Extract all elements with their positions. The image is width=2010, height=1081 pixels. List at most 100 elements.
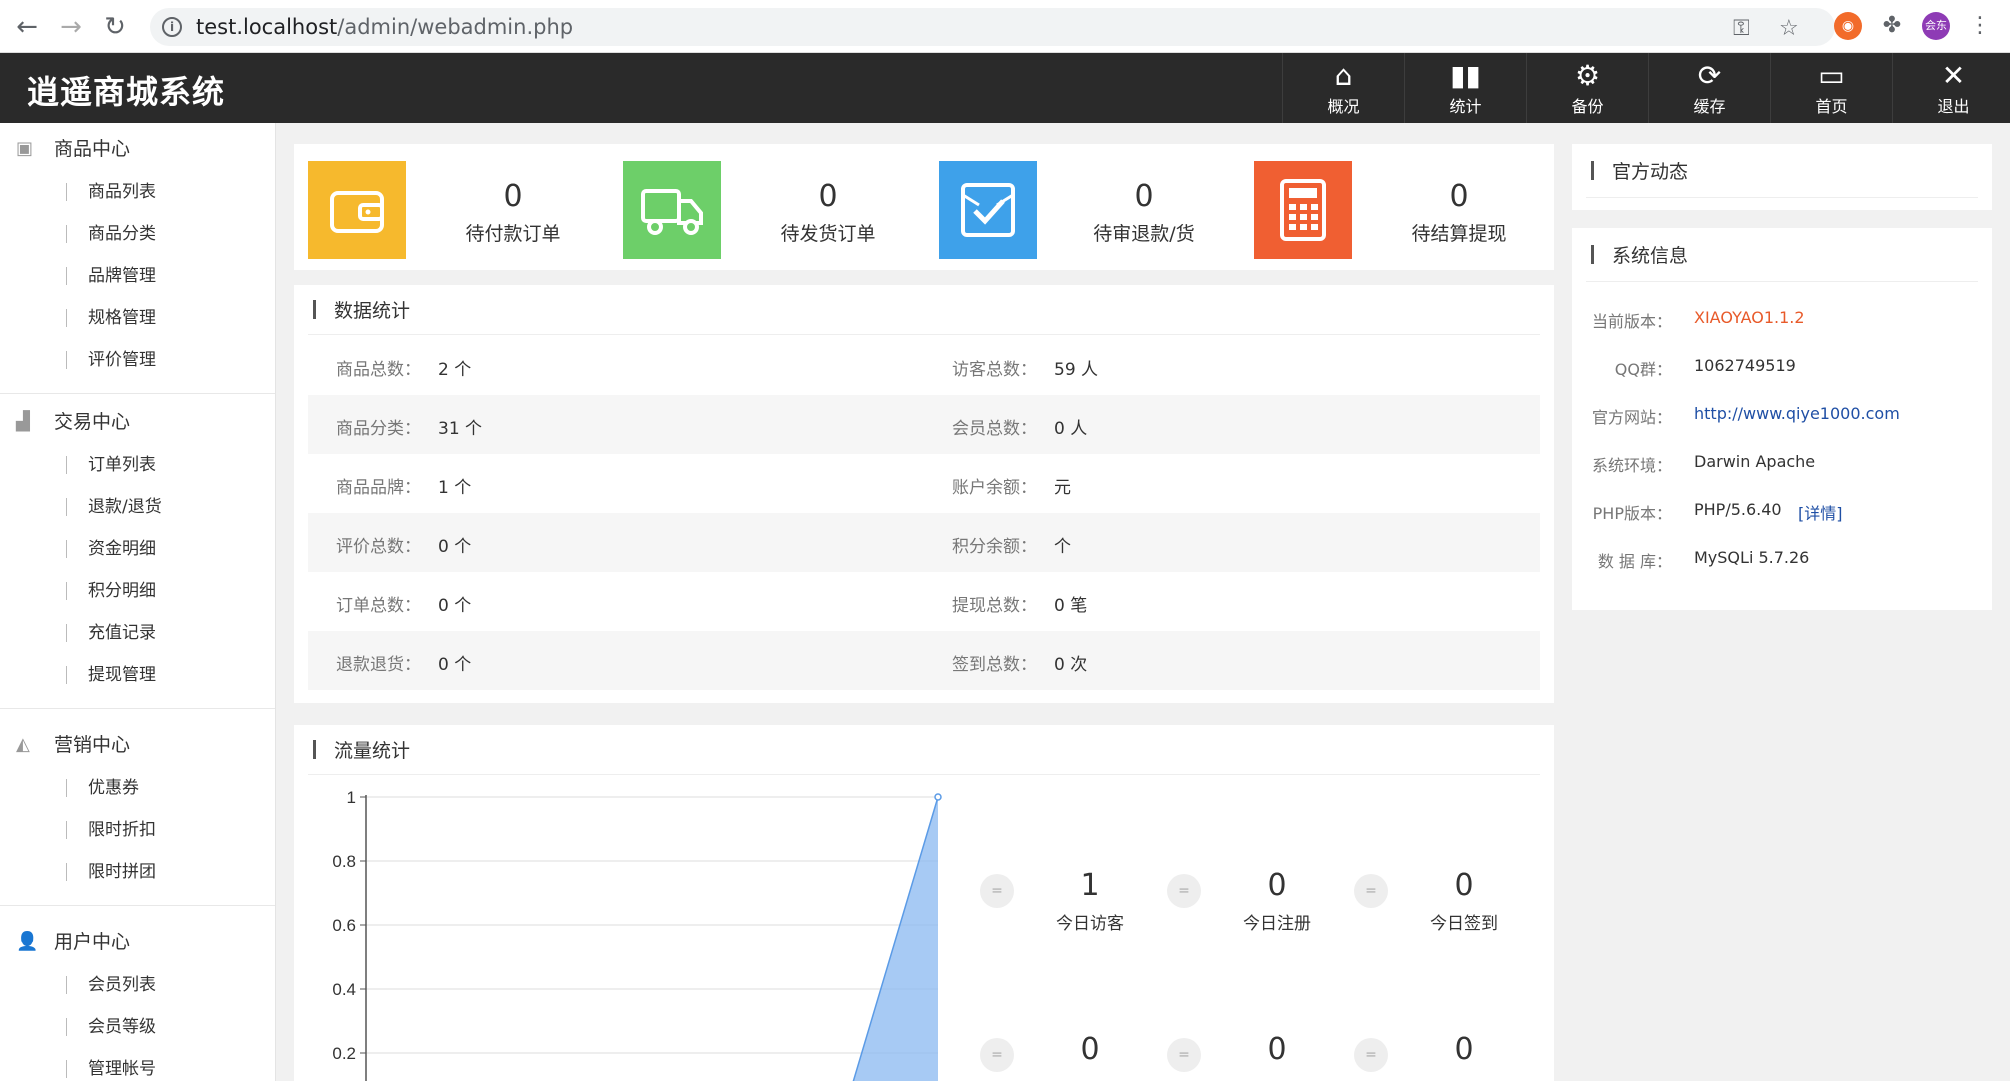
y-tick-label: 1	[347, 788, 356, 807]
sidebar-group-header[interactable]: ▣ 商品中心	[0, 123, 275, 171]
sidebar-group-header[interactable]: ▟ 交易中心	[0, 396, 275, 444]
traffic-chart: 1 0.8 0.6 0.4 0.2	[332, 788, 942, 1081]
user-icon: 👤	[16, 931, 39, 952]
wallet-icon	[330, 191, 384, 233]
sysinfo-row: QQ群： 1062749519	[1614, 356, 1796, 379]
bar-chart-icon: ▟	[16, 411, 30, 432]
goods-icon: ▣	[16, 138, 34, 159]
counter-unpaid[interactable]: 0 待付款订单	[308, 161, 608, 259]
counter-label: 待审退款/货	[1093, 223, 1195, 245]
counter-value: 0	[818, 179, 838, 214]
sidebar-item-discount[interactable]: 限时折扣	[0, 809, 275, 851]
counter-icon-box	[939, 161, 1037, 259]
sysinfo-row: 当前版本： XIAOYAO1.1.2	[1591, 308, 1805, 331]
equal-icon: =	[1167, 1038, 1201, 1072]
counter-label: 待发货订单	[780, 223, 876, 245]
address-bar[interactable]: i test.localhost/admin/webadmin.php ⚿ ☆	[150, 8, 1835, 46]
nav-cache[interactable]: ⟳ 缓存	[1648, 53, 1770, 123]
nav-logout[interactable]: ✕ 退出	[1892, 53, 2010, 123]
close-icon: ✕	[1941, 59, 1966, 92]
equal-icon: =	[1354, 874, 1388, 908]
sidebar-group-marketing: ◭ 营销中心 优惠券 限时折扣 限时拼团	[0, 719, 275, 906]
counter-value: 0	[1134, 179, 1154, 214]
counter-withdraw[interactable]: 0 待结算提现	[1254, 161, 1554, 259]
sidebar-item-coupon[interactable]: 优惠券	[0, 767, 275, 809]
sidebar-item-admin-accounts[interactable]: 管理帐号	[0, 1048, 275, 1081]
stat-row: 退款退货： 0 个 签到总数： 0 次	[308, 631, 1540, 690]
panel-title: 数据统计	[308, 285, 1540, 335]
key-icon[interactable]: ⚿	[1733, 16, 1750, 41]
nav-overview[interactable]: ⌂ 概况	[1282, 53, 1404, 123]
sysinfo-row: 系统环境： Darwin Apache	[1591, 452, 1816, 475]
profile-avatar[interactable]: 会东	[1922, 12, 1950, 40]
sidebar-group-trade: ▟ 交易中心 订单列表 退款/退货 资金明细 积分明细 充值记录 提现管理	[0, 396, 275, 709]
series-area	[853, 797, 938, 1081]
counter-icon-box	[623, 161, 721, 259]
star-icon[interactable]: ☆	[1779, 16, 1799, 41]
sysinfo-row: 官方网站： http://www.qiye1000.com	[1591, 404, 1900, 427]
checkbox-icon	[961, 183, 1015, 237]
sidebar-group-header[interactable]: 👤 用户中心	[0, 916, 275, 964]
equal-icon: =	[980, 1038, 1014, 1072]
stat-row: 商品分类： 31 个 会员总数： 0 人	[308, 395, 1540, 454]
news-panel: 官方动态	[1572, 144, 1992, 210]
nav-homepage[interactable]: ▭ 首页	[1770, 53, 1892, 123]
sidebar-item-spec[interactable]: 规格管理	[0, 297, 275, 339]
traffic-stat: 0	[1454, 1032, 1474, 1067]
sidebar-group-users: 👤 用户中心 会员列表 会员等级 管理帐号	[0, 916, 275, 1081]
nav-backup[interactable]: ⚙ 备份	[1526, 53, 1648, 123]
counter-unshipped[interactable]: 0 待发货订单	[623, 161, 923, 259]
equal-icon: =	[1167, 874, 1201, 908]
counter-label: 待付款订单	[465, 223, 561, 245]
php-details-link[interactable]: [详情]	[1798, 500, 1843, 524]
data-stats-panel: 数据统计 商品总数： 2 个 访客总数： 59 人 商品分类： 31 个 会员总数： 0…	[294, 285, 1554, 703]
forward-arrow-icon[interactable]: →	[56, 12, 86, 42]
official-site-link[interactable]: http://www.qiye1000.com	[1694, 404, 1900, 423]
sidebar-group-header[interactable]: ◭ 营销中心	[0, 719, 275, 767]
sidebar-item-member-level[interactable]: 会员等级	[0, 1006, 275, 1048]
panel-title: 流量统计	[308, 725, 1540, 775]
stat-row: 订单总数： 0 个 提现总数： 0 笔	[336, 596, 1088, 616]
sysinfo-row: PHP版本： PHP/5.6.40 [详情]	[1592, 500, 1843, 524]
sidebar-item-orders[interactable]: 订单列表	[0, 444, 275, 486]
counter-value: 0	[1449, 179, 1469, 214]
equal-icon: =	[980, 874, 1014, 908]
sidebar-item-goods-category[interactable]: 商品分类	[0, 213, 275, 255]
sidebar-item-withdraw[interactable]: 提现管理	[0, 654, 275, 696]
home-icon: ⌂	[1334, 59, 1353, 92]
area-chart-icon: ◭	[16, 734, 30, 755]
extension-icon[interactable]: ◉	[1834, 12, 1862, 40]
app-title: 逍遥商城系统	[27, 73, 226, 111]
data-point[interactable]	[934, 793, 942, 801]
sidebar-item-funds[interactable]: 资金明细	[0, 528, 275, 570]
more-menu-icon[interactable]: ⋮	[1966, 12, 1994, 40]
traffic-stat-visitors: 1 今日访客	[1056, 868, 1124, 934]
puzzle-icon[interactable]: ✤	[1878, 12, 1906, 40]
bar-chart-icon: ▮▮	[1450, 59, 1481, 92]
sidebar-group-goods: ▣ 商品中心 商品列表 商品分类 品牌管理 规格管理 评价管理	[0, 123, 275, 394]
sidebar-item-group-buy[interactable]: 限时拼团	[0, 851, 275, 893]
counter-value: 0	[503, 179, 523, 214]
sidebar-item-brand[interactable]: 品牌管理	[0, 255, 275, 297]
reload-icon[interactable]: ↻	[100, 12, 130, 42]
info-icon[interactable]: i	[162, 17, 182, 37]
stat-row: 评价总数： 0 个 积分余额：个	[308, 513, 1540, 572]
y-tick-label: 0.8	[332, 852, 356, 871]
sidebar: ▣ 商品中心 商品列表 商品分类 品牌管理 规格管理 评价管理 ▟ 交易中心 订单列…	[0, 123, 276, 1081]
sidebar-item-refund[interactable]: 退款/退货	[0, 486, 275, 528]
traffic-stat-registrations: 0 今日注册	[1243, 868, 1311, 934]
sidebar-item-review[interactable]: 评价管理	[0, 339, 275, 381]
traffic-stat: 0	[1080, 1032, 1100, 1067]
sidebar-item-points[interactable]: 积分明细	[0, 570, 275, 612]
counter-refund-review[interactable]: 0 待审退款/货	[939, 161, 1239, 259]
sidebar-item-recharge[interactable]: 充值记录	[0, 612, 275, 654]
equal-icon: =	[1354, 1038, 1388, 1072]
counter-label: 待结算提现	[1411, 223, 1507, 245]
sidebar-item-goods-list[interactable]: 商品列表	[0, 171, 275, 213]
panel-title: 官方动态	[1586, 144, 1978, 198]
stat-row: 商品总数： 2 个 访客总数： 59 人	[336, 360, 1099, 380]
nav-stats[interactable]: ▮▮ 统计	[1404, 53, 1526, 123]
sidebar-item-members[interactable]: 会员列表	[0, 964, 275, 1006]
browser-toolbar: ← → ↻ i test.localhost/admin/webadmin.ph…	[0, 0, 2010, 53]
back-arrow-icon[interactable]: ←	[12, 12, 42, 42]
